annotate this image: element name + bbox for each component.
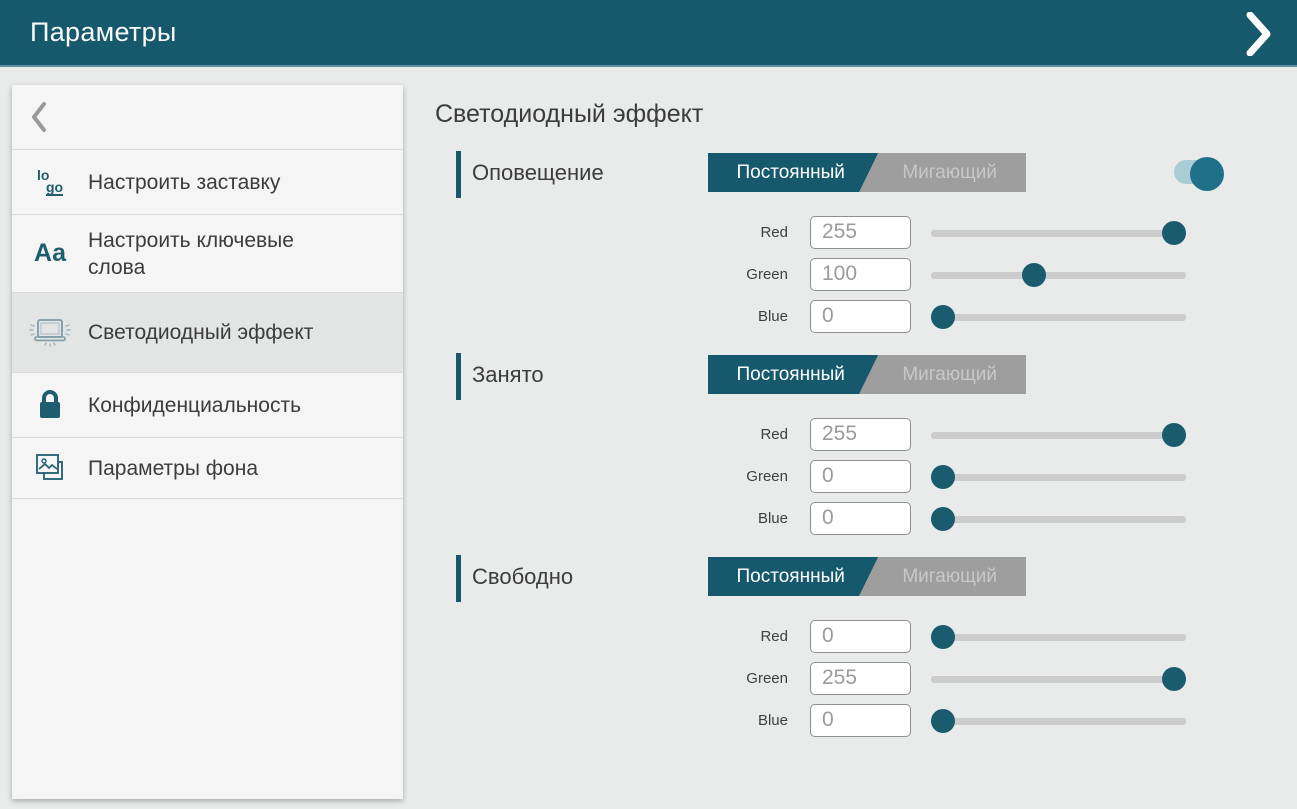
slider-label: Red (700, 628, 788, 645)
red-slider[interactable] (931, 618, 1186, 654)
mode-toggle-group: Постоянный Мигающий (708, 355, 1026, 394)
slider-thumb[interactable] (1162, 221, 1186, 245)
mode-blinking-button[interactable]: Мигающий (873, 153, 1026, 192)
section-busy: Занято Постоянный Мигающий Red Green Blu… (0, 348, 1297, 548)
red-slider[interactable] (931, 214, 1186, 250)
red-slider[interactable] (931, 416, 1186, 452)
app-header: Параметры (0, 0, 1297, 67)
slider-label: Green (700, 468, 788, 485)
blue-slider[interactable] (931, 298, 1186, 334)
slider-thumb[interactable] (1162, 667, 1186, 691)
section-label: Занято (472, 362, 544, 388)
slider-row-red: Red (700, 416, 1186, 452)
section-free: Свободно Постоянный Мигающий Red Green B… (0, 550, 1297, 750)
settings-screen: Параметры lo go Настроить заставку Aa (0, 0, 1297, 809)
slider-row-blue: Blue (700, 500, 1186, 536)
mode-blinking-button[interactable]: Мигающий (873, 355, 1026, 394)
red-value-input[interactable] (810, 620, 911, 653)
slider-track (931, 230, 1186, 237)
section-accent-bar (456, 555, 461, 602)
mode-constant-button[interactable]: Постоянный (708, 355, 873, 394)
mode-constant-button[interactable]: Постоянный (708, 153, 873, 192)
slider-label: Blue (700, 712, 788, 729)
blue-value-input[interactable] (810, 704, 911, 737)
green-slider[interactable] (931, 660, 1186, 696)
section-label: Оповещение (472, 160, 604, 186)
slider-thumb[interactable] (1022, 263, 1046, 287)
section-label: Свободно (472, 564, 573, 590)
green-slider[interactable] (931, 458, 1186, 494)
slider-row-green: Green (700, 660, 1186, 696)
green-slider[interactable] (931, 256, 1186, 292)
blue-value-input[interactable] (810, 502, 911, 535)
slider-label: Green (700, 670, 788, 687)
page-title: Параметры (30, 17, 177, 48)
slider-label: Blue (700, 308, 788, 325)
slider-label: Blue (700, 510, 788, 527)
mode-constant-button[interactable]: Постоянный (708, 557, 873, 596)
mode-blinking-button[interactable]: Мигающий (873, 557, 1026, 596)
slider-track (931, 272, 1186, 279)
slider-thumb[interactable] (1162, 423, 1186, 447)
mode-toggle-group: Постоянный Мигающий (708, 153, 1026, 192)
mode-toggle-group: Постоянный Мигающий (708, 557, 1026, 596)
red-value-input[interactable] (810, 216, 911, 249)
content-title: Светодиодный эффект (435, 100, 703, 129)
slider-row-blue: Blue (700, 298, 1186, 334)
blue-slider[interactable] (931, 702, 1186, 738)
slider-row-green: Green (700, 458, 1186, 494)
chevron-right-icon[interactable] (1245, 12, 1273, 56)
section-accent-bar (456, 151, 461, 198)
slider-track (931, 634, 1186, 641)
slider-track (931, 718, 1186, 725)
slider-track (931, 516, 1186, 523)
section-alert: Оповещение Постоянный Мигающий Red Green (0, 146, 1297, 346)
sidebar-back-button[interactable] (12, 85, 403, 150)
slider-row-green: Green (700, 256, 1186, 292)
slider-thumb[interactable] (931, 625, 955, 649)
alert-enable-switch[interactable] (1172, 148, 1224, 188)
red-value-input[interactable] (810, 418, 911, 451)
slider-thumb[interactable] (931, 507, 955, 531)
chevron-left-icon (30, 101, 47, 133)
slider-label: Red (700, 224, 788, 241)
slider-row-red: Red (700, 618, 1186, 654)
switch-knob (1190, 157, 1224, 191)
green-value-input[interactable] (810, 258, 911, 291)
slider-thumb[interactable] (931, 305, 955, 329)
slider-row-blue: Blue (700, 702, 1186, 738)
slider-track (931, 474, 1186, 481)
section-accent-bar (456, 353, 461, 400)
slider-track (931, 676, 1186, 683)
slider-row-red: Red (700, 214, 1186, 250)
green-value-input[interactable] (810, 662, 911, 695)
green-value-input[interactable] (810, 460, 911, 493)
slider-track (931, 432, 1186, 439)
blue-slider[interactable] (931, 500, 1186, 536)
slider-track (931, 314, 1186, 321)
blue-value-input[interactable] (810, 300, 911, 333)
slider-thumb[interactable] (931, 709, 955, 733)
slider-label: Red (700, 426, 788, 443)
slider-label: Green (700, 266, 788, 283)
slider-thumb[interactable] (931, 465, 955, 489)
